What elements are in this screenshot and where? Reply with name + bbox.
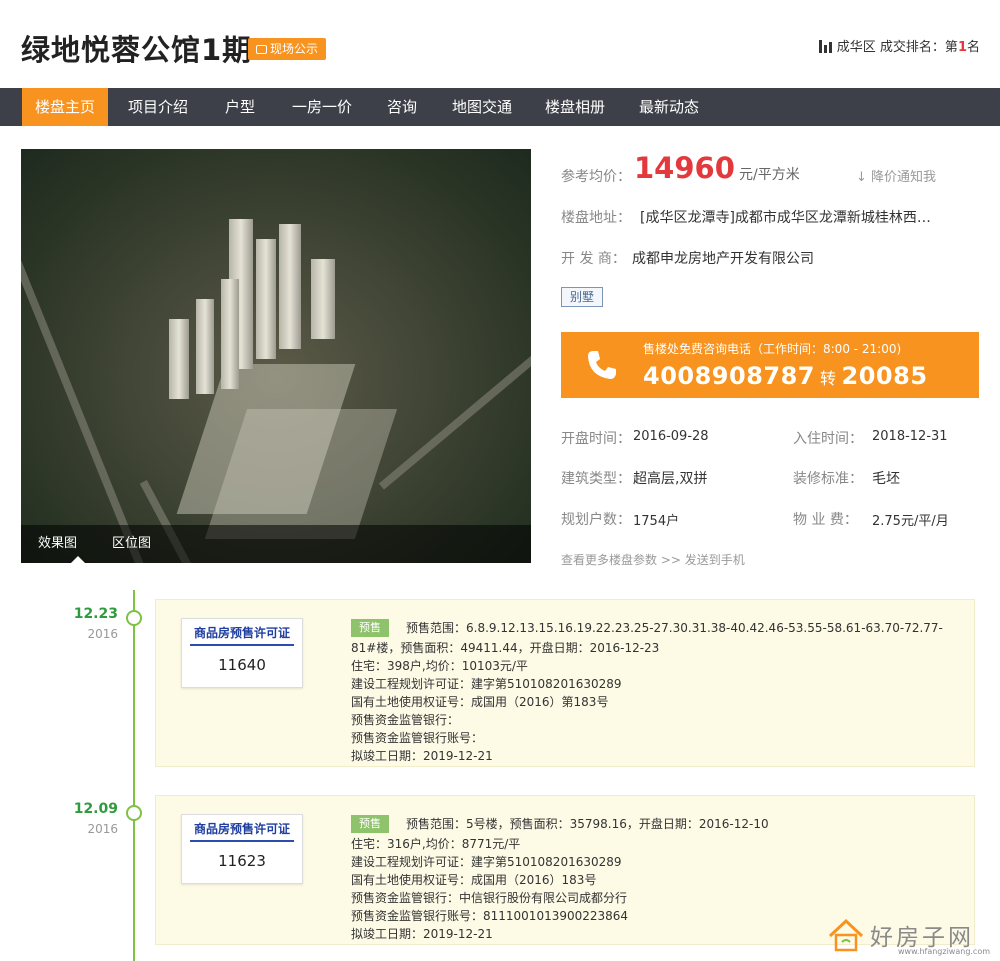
site-watermark-logo: 好房子网 www.hfangziwang.com [826,914,990,959]
open-date-label: 开盘时间： [561,431,631,447]
house-icon [828,918,864,952]
rank-value: 1 [957,40,967,55]
timeline-date: 12.23 [73,606,118,622]
tab-location-map[interactable]: 区位图 [112,525,151,563]
detail-line: 预售资金监管银行账号： [351,731,484,745]
planned-units-label: 规划户数： [561,512,631,528]
nav-item-home[interactable]: 楼盘主页 [22,88,108,126]
presale-tag: 预售 [351,619,389,637]
presale-permit[interactable]: 商品房预售许可证 11640 [181,618,303,688]
price-drop-notify-link[interactable]: ↓ 降价通知我 [856,166,936,185]
detail-line: 81#楼，预售面积：49411.44，开盘日期：2016-12-23 [351,641,660,655]
price-label: 参考均价： [561,169,631,185]
timeline-dot [126,805,142,821]
decoration-value: 毛坯 [872,471,900,487]
presale-permit[interactable]: 商品房预售许可证 11623 [181,814,303,884]
more-params-link[interactable]: 查看更多楼盘参数 >> 发送到手机 [561,551,745,568]
badge-label: 现场公示 [270,42,319,56]
presale-record-card: 商品房预售许可证 11640 预售 预售范围：6.8.9.12.13.15.16… [155,599,975,767]
detail-line: 预售范围：6.8.9.12.13.15.16.19.22.23.25-27.30… [406,621,943,635]
detail-line: 建设工程规划许可证：建字第510108201630289 [351,855,622,869]
hotline-number: 4008908787 转 20085 [643,362,928,390]
main-nav: 楼盘主页 项目介绍 户型 一房一价 咨询 地图交通 楼盘相册 最新动态 [0,88,1000,126]
price-unit: 元/平方米 [739,167,800,183]
planned-units-value: 1754户 [633,514,680,529]
developer-value: 成都申龙房地产开发有限公司 [632,251,814,267]
building-type-label: 建筑类型： [561,471,631,487]
permit-title: 商品房预售许可证 [190,624,294,646]
building-type-value: 超高层,双拼 [633,471,708,487]
active-tab-caret [71,556,85,563]
address-label: 楼盘地址： [561,210,631,226]
page-title: 绿地悦蓉公馆1期 [21,33,253,67]
detail-line: 预售范围：5号楼，预售面积：35798.16，开盘日期：2016-12-10 [406,817,769,831]
detail-line: 国有土地使用权证号：成国用（2016）183号 [351,873,597,887]
notice-icon [256,45,267,54]
detail-line: 预售资金监管银行：中信银行股份有限公司成都分行 [351,891,628,905]
nav-item-floorplan[interactable]: 户型 [210,88,270,126]
nav-item-intro[interactable]: 项目介绍 [118,88,198,126]
sales-hotline-banner[interactable]: 售楼处免费咨询电话（工作时间：8:00 - 21:00) 4008908787 转… [561,332,979,398]
move-in-label: 入住时间： [793,431,863,447]
permit-title: 商品房预售许可证 [190,820,294,842]
move-in-value: 2018-12-31 [872,429,948,444]
nav-item-price-list[interactable]: 一房一价 [282,88,362,126]
timeline-line [133,590,135,961]
detail-line: 住宅：398户,均价：10103元/平 [351,659,528,673]
detail-line: 拟竣工日期：2019-12-21 [351,749,493,763]
project-rendering-image[interactable]: 效果图 区位图 [21,149,531,563]
permit-number: 11640 [218,656,266,674]
presale-tag: 预售 [351,815,389,833]
watermark-url: www.hfangziwang.com [898,947,991,956]
property-type-tag: 别墅 [561,287,604,307]
timeline-year: 2016 [87,822,118,836]
hotline-note: 售楼处免费咨询电话（工作时间：8:00 - 21:00) [643,342,902,356]
detail-line: 住宅：316户,均价：8771元/平 [351,837,521,851]
detail-line: 国有土地使用权证号：成国用（2016）第183号 [351,695,609,709]
property-fee-label: 物 业 费： [793,512,858,528]
detail-line: 建设工程规划许可证：建字第510108201630289 [351,677,622,691]
timeline-date: 12.09 [73,801,118,817]
timeline-dot [126,610,142,626]
timeline-year: 2016 [87,627,118,641]
phone-icon [588,351,616,379]
nav-item-album[interactable]: 楼盘相册 [535,88,615,126]
nav-item-consult[interactable]: 咨询 [374,88,430,126]
photo-tab-bar: 效果图 区位图 [21,525,531,563]
page-header: 绿地悦蓉公馆1期 现场公示 成华区 成交排名：第1名 [0,0,1000,88]
onsite-notice-badge[interactable]: 现场公示 [248,38,327,60]
nav-item-map[interactable]: 地图交通 [442,88,522,126]
average-price: 14960 [634,151,735,185]
detail-line: 预售资金监管银行： [351,713,460,727]
open-date-value: 2016-09-28 [633,429,709,444]
developer-label: 开 发 商： [561,251,626,267]
decoration-label: 装修标准： [793,471,863,487]
district-rank: 成华区 成交排名：第1名 [818,36,980,55]
property-fee-value: 2.75元/平/月 [872,514,949,529]
bar-chart-icon [818,40,833,53]
permit-number: 11623 [218,852,266,870]
arrow-down-icon: ↓ [856,170,872,185]
nav-item-news[interactable]: 最新动态 [628,88,710,126]
address-value: [成华区龙潭寺]成都市成华区龙潭新城桂林西… [640,210,931,226]
